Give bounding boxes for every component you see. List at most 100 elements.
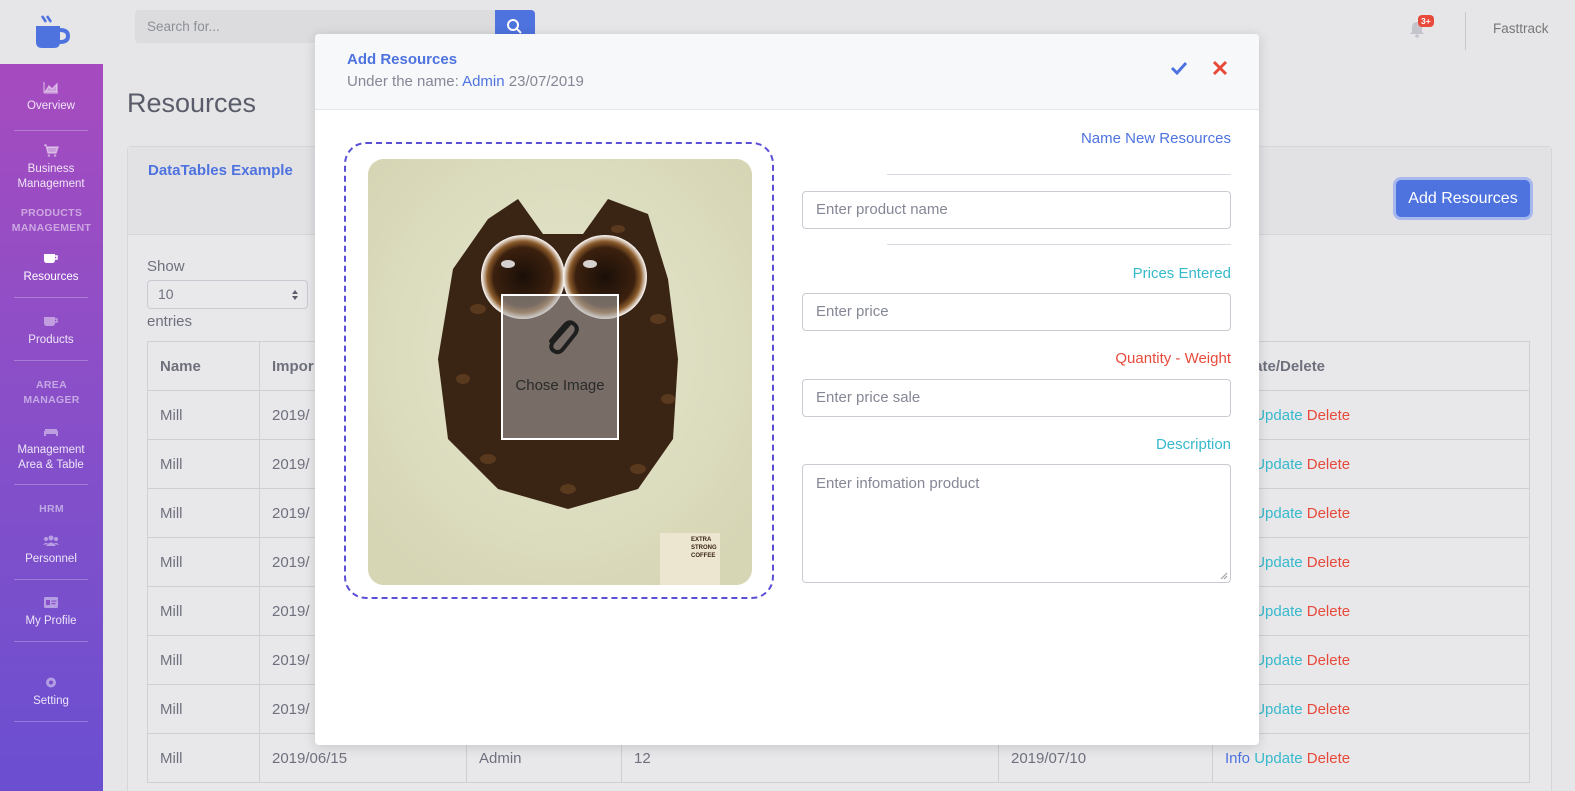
card-title: DataTables Example <box>148 162 293 179</box>
subtitle-date: 23/07/2019 <box>508 73 584 90</box>
coffee-cup-logo-icon <box>35 15 70 48</box>
quantity-input[interactable]: Enter price sale <box>802 379 1231 417</box>
update-link[interactable]: Update <box>1254 603 1302 620</box>
sidebar-item-label: Personnel <box>25 553 77 565</box>
sidebar-divider <box>14 297 88 298</box>
divider <box>887 174 1231 175</box>
sidebar-heading-hrm: HRM <box>39 503 64 515</box>
add-resources-button[interactable]: Add Resources <box>1396 180 1530 217</box>
delete-link[interactable]: Delete <box>1307 603 1350 620</box>
update-link[interactable]: Update <box>1254 750 1302 767</box>
sidebar-divider <box>14 641 88 642</box>
sidebar-item-my-profile[interactable]: My Profile <box>14 596 88 629</box>
couch-icon <box>44 429 58 436</box>
id-card-icon <box>44 597 58 608</box>
coffee-icon <box>44 254 58 263</box>
cell-actions: Info Update Delete <box>1212 684 1530 734</box>
subtitle-user[interactable]: Admin <box>462 73 505 90</box>
delete-link[interactable]: Delete <box>1307 407 1350 424</box>
user-name[interactable]: Fasttrack <box>1493 21 1549 36</box>
delete-link[interactable]: Delete <box>1307 652 1350 669</box>
modal-header: Add Resources Under the name: Admin 23/0… <box>315 34 1259 110</box>
sidebar-item-label: Resources <box>23 271 79 283</box>
info-link[interactable]: Info <box>1225 750 1250 767</box>
sidebar-divider <box>14 721 88 722</box>
add-resources-modal: Add Resources Under the name: Admin 23/0… <box>315 34 1259 745</box>
cell-name: Mill <box>147 439 260 489</box>
sidebar-item-label: My Profile <box>25 615 77 627</box>
users-icon <box>43 535 59 546</box>
update-link[interactable]: Update <box>1254 554 1302 571</box>
delete-link[interactable]: Delete <box>1307 456 1350 473</box>
notification-badge: 3+ <box>1418 15 1434 27</box>
logo[interactable] <box>0 0 103 64</box>
show-label: Show <box>147 258 185 275</box>
page-title: Resources <box>127 88 257 118</box>
sidebar-item-label: Products <box>28 334 74 346</box>
sidebar-heading-products: PRODUCTS MANAGEMENT <box>11 207 92 234</box>
sidebar-item-business-management[interactable]: Business Management <box>14 144 88 192</box>
entries-select[interactable]: 10 <box>147 280 308 309</box>
confirm-check-icon[interactable] <box>1170 59 1188 77</box>
entries-label: entries <box>147 313 193 330</box>
cog-icon <box>46 677 56 688</box>
price-input[interactable]: Enter price <box>802 293 1231 331</box>
column-header-name[interactable]: Name <box>147 341 260 391</box>
delete-link[interactable]: Delete <box>1307 701 1350 718</box>
update-link[interactable]: Update <box>1254 407 1302 424</box>
update-link[interactable]: Update <box>1254 456 1302 473</box>
cell-name: Mill <box>147 684 260 734</box>
cell-actions: Info Update Delete <box>1212 537 1530 587</box>
sidebar-item-label: Overview <box>27 100 75 112</box>
chose-image-label: Chose Image <box>515 377 605 394</box>
sidebar-item-overview[interactable]: Overview <box>14 81 88 114</box>
cell-actions: Info Update Delete <box>1212 439 1530 489</box>
chose-image-button[interactable]: Chose Image <box>501 294 619 440</box>
sidebar-item-personnel[interactable]: Personnel <box>14 534 88 567</box>
quantity-label: Quantity - Weight <box>1115 350 1231 367</box>
cell-name: Mill <box>147 390 260 440</box>
modal-title: Add Resources <box>347 51 458 68</box>
subtitle-prefix: Under the name: <box>347 73 459 90</box>
sidebar-divider <box>14 130 88 131</box>
update-link[interactable]: Update <box>1254 652 1302 669</box>
sidebar-heading-area: AREA MANAGER <box>23 379 80 406</box>
sidebar-item-label: Business Management <box>17 163 85 190</box>
chart-area-icon <box>43 82 58 94</box>
coffee-icon <box>44 317 58 326</box>
sidebar-item-management-area-table[interactable]: Management Area & Table <box>14 425 88 473</box>
coffee-packet-text: EXTRA STRONG COFFEE <box>691 537 717 559</box>
column-header-update-delete[interactable]: Update/Delete <box>1212 341 1530 391</box>
price-label: Prices Entered <box>1132 265 1231 282</box>
cell-actions: Info Update Delete <box>1212 390 1530 440</box>
delete-link[interactable]: Delete <box>1307 554 1350 571</box>
divider <box>887 244 1231 245</box>
update-link[interactable]: Update <box>1254 701 1302 718</box>
cell-actions: Info Update Delete <box>1212 488 1530 538</box>
cell-name: Mill <box>147 733 260 783</box>
update-link[interactable]: Update <box>1254 505 1302 522</box>
description-placeholder: Enter infomation product <box>816 475 980 492</box>
sidebar-divider <box>14 360 88 361</box>
resize-handle-icon[interactable] <box>1220 572 1228 580</box>
cell-name: Mill <box>147 537 260 587</box>
topbar-divider <box>1465 12 1466 50</box>
shopping-cart-icon <box>44 144 59 157</box>
cell-name: Mill <box>147 488 260 538</box>
sidebar-divider <box>14 484 88 485</box>
sidebar-item-resources[interactable]: Resources <box>14 252 88 285</box>
product-name-input[interactable]: Enter product name <box>802 191 1231 229</box>
image-dropzone[interactable]: EXTRA STRONG COFFEE Chose Image <box>344 142 774 599</box>
delete-link[interactable]: Delete <box>1307 505 1350 522</box>
sidebar: Overview Business Management PRODUCTS MA… <box>0 64 103 791</box>
sidebar-item-products[interactable]: Products <box>14 315 88 348</box>
delete-link[interactable]: Delete <box>1307 750 1350 767</box>
sidebar-item-setting[interactable]: Setting <box>14 676 88 709</box>
close-icon[interactable] <box>1211 59 1229 77</box>
sidebar-divider <box>14 579 88 580</box>
cell-actions: Info Update Delete <box>1212 635 1530 685</box>
description-label: Description <box>1155 436 1231 453</box>
paperclip-icon <box>549 320 579 355</box>
product-image: EXTRA STRONG COFFEE Chose Image <box>368 159 752 585</box>
description-textarea[interactable]: Enter infomation product <box>802 464 1231 583</box>
